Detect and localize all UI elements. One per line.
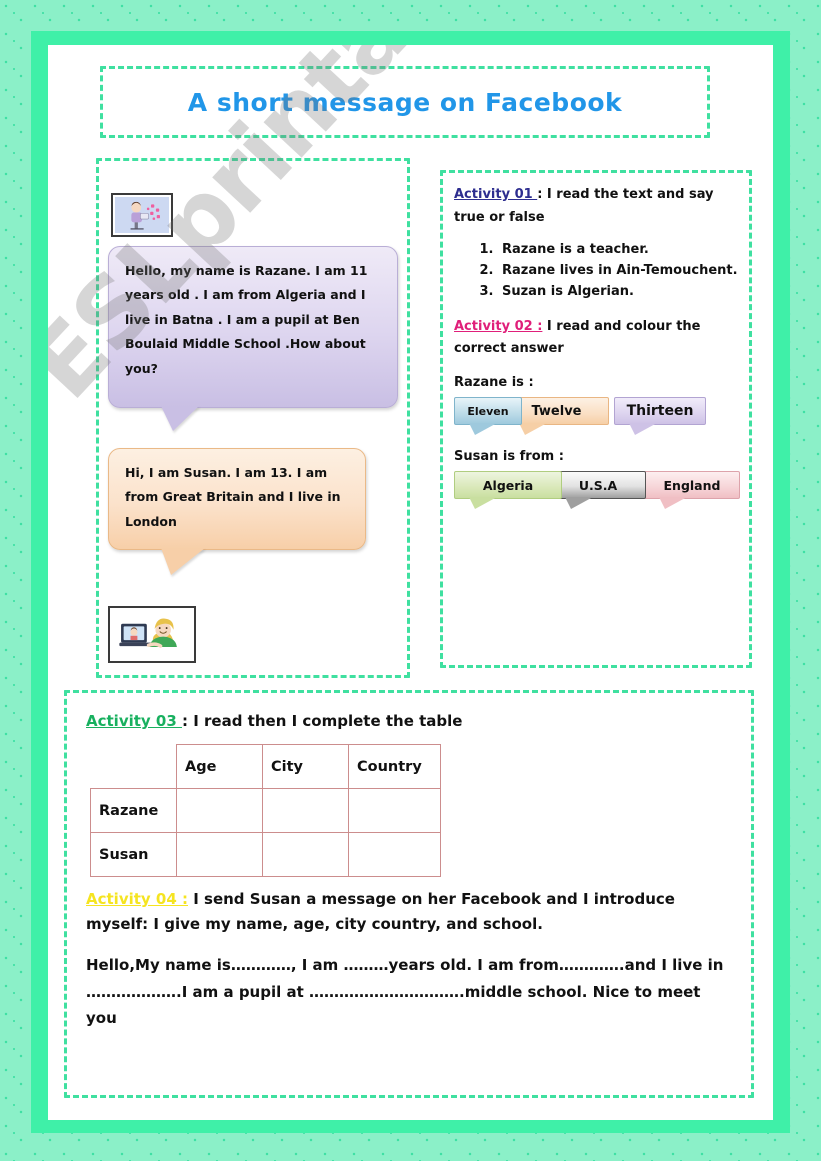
profile-table: Age City Country Razane Susan	[90, 744, 441, 878]
option-label: England	[663, 477, 721, 493]
worksheet-sheet: A short message on Facebook Hello, my na…	[48, 45, 773, 1120]
girl-video-chat-illustration	[114, 610, 190, 659]
activity-03-tag: Activity 03	[86, 712, 182, 730]
chip-tail	[519, 423, 547, 436]
activity-02-prompt-age: Razane is :	[454, 375, 534, 391]
table-cell-susan-city[interactable]	[262, 832, 349, 878]
susan-speech-bubble: Hi, I am Susan. I am 13. I am from Great…	[108, 448, 366, 575]
table-header-row: Age City Country	[90, 744, 441, 790]
page-title: A short message on Facebook	[187, 87, 623, 117]
option-label: Eleven	[467, 404, 509, 418]
chip-tail	[659, 497, 687, 510]
option-england[interactable]: England	[644, 471, 740, 510]
bubble-tail	[161, 406, 199, 431]
activity-02-prompt-country: Susan is from :	[454, 449, 564, 465]
table-cell-razane-age[interactable]	[176, 788, 263, 834]
table-cell-susan-country[interactable]	[348, 832, 441, 878]
chip-tail	[629, 423, 657, 436]
bottom-panel: Activity 03 : I read then I complete the…	[64, 690, 754, 1098]
option-label: Thirteen	[626, 403, 694, 420]
option-eleven[interactable]: Eleven	[454, 397, 522, 436]
table-cell-susan-age[interactable]	[176, 832, 263, 878]
activity-02-tag: Activity 02 :	[454, 318, 543, 334]
chip-tail	[469, 423, 497, 436]
left-panel: Hello, my name is Razane. I am 11 years …	[96, 158, 410, 678]
table-cell-razane-city[interactable]	[262, 788, 349, 834]
right-panel: Activity 01 : I read the text and say tr…	[440, 170, 752, 668]
susan-message-text: Hi, I am Susan. I am 13. I am from Great…	[125, 465, 341, 529]
girl-at-computer-icon	[111, 193, 173, 237]
table-header-city: City	[262, 744, 349, 790]
girl-at-computer-illustration	[116, 197, 168, 233]
option-label: U.S.A	[578, 477, 618, 493]
activity-04-heading: Activity 04 : I send Susan a message on …	[86, 887, 734, 936]
activity-01-statements: Razane is a teacher. Razane lives in Ain…	[454, 239, 740, 302]
activity-02-heading: Activity 02 : I read and colour the corr…	[454, 316, 740, 362]
list-item: Suzan is Algerian.	[498, 281, 740, 302]
list-item: Razane is a teacher.	[498, 239, 740, 260]
option-algeria[interactable]: Algeria	[454, 471, 562, 510]
activity-01-heading: Activity 01 : I read the text and say tr…	[454, 184, 740, 230]
option-thirteen[interactable]: Thirteen	[614, 397, 706, 436]
activity-04-tag: Activity 04 :	[86, 890, 188, 909]
activity-02-age-options: Thirteen Twelve Eleven	[454, 397, 740, 436]
activity-01-tag: Activity 01	[454, 187, 538, 202]
razane-speech-bubble: Hello, my name is Razane. I am 11 years …	[108, 246, 398, 431]
razane-message-text: Hello, my name is Razane. I am 11 years …	[125, 263, 368, 376]
list-item: Razane lives in Ain-Temouchent.	[498, 260, 740, 281]
table-row-label-razane: Razane	[90, 788, 177, 834]
table-row-label-susan: Susan	[90, 832, 177, 878]
table-row: Susan	[90, 832, 441, 878]
activity-03-instruction: : I read then I complete the table	[182, 712, 463, 730]
chip-tail	[469, 497, 497, 510]
activity-03-heading: Activity 03 : I read then I complete the…	[86, 708, 734, 734]
option-label: Algeria	[482, 477, 534, 493]
activity-02-country-options: England U.S.A Algeria	[454, 471, 740, 510]
table-header-age: Age	[176, 744, 263, 790]
option-label: Twelve	[531, 403, 582, 419]
worksheet-page: A short message on Facebook Hello, my na…	[0, 0, 821, 1161]
table-header-country: Country	[348, 744, 441, 790]
bubble-tail	[161, 548, 205, 575]
girl-video-chat-icon	[108, 606, 196, 663]
option-usa[interactable]: U.S.A	[550, 471, 646, 510]
table-corner-cell	[90, 744, 177, 790]
chip-tail	[565, 497, 593, 510]
table-row: Razane	[90, 788, 441, 834]
table-cell-razane-country[interactable]	[348, 788, 441, 834]
activity-04-template-text: Hello,My name is…………, I am ………years old.…	[86, 955, 724, 1028]
